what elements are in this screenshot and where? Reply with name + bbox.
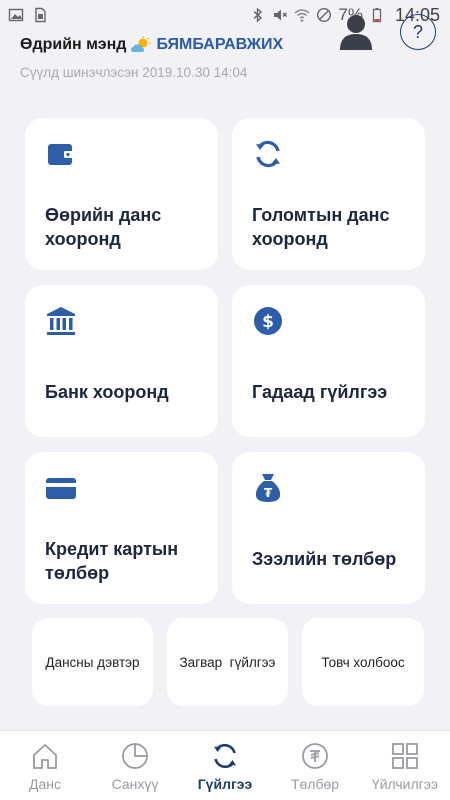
tile-small-label: Товч холбоос <box>321 654 405 670</box>
do-not-disturb-icon <box>316 7 332 23</box>
money-bag-icon: ₮ <box>252 472 284 504</box>
svg-text:$: $ <box>262 312 274 332</box>
tile-label: Голомтын данс хооронд <box>252 205 390 249</box>
help-button[interactable]: ? <box>400 14 436 50</box>
nav-item-accounts[interactable]: Данс <box>0 731 90 800</box>
bank-icon <box>45 305 77 337</box>
nav-label: Үйлчилгээ <box>371 776 439 792</box>
status-bar: 7% 14:05 <box>0 0 450 30</box>
nav-label: Санхүү <box>111 776 159 792</box>
tile-label: Зээлийн төлбөр <box>252 549 397 569</box>
home-icon <box>33 744 57 769</box>
tile-template-transfer[interactable]: Загвар гүйлгээ <box>167 618 288 706</box>
avatar[interactable] <box>336 12 376 52</box>
username: БЯМБАРАВЖИХ <box>156 36 284 53</box>
greeting-row: Өдрийн мэнд БЯМБАРАВЖИХ <box>20 36 283 54</box>
tile-loan-payment[interactable]: ₮ Зээлийн төлбөр <box>232 452 425 604</box>
tile-label: Гадаад гүйлгээ <box>252 382 388 402</box>
gallery-notification-icon <box>8 7 24 23</box>
sync-icon <box>252 138 284 170</box>
nav-item-finance[interactable]: Санхүү <box>90 731 180 800</box>
tile-label: Кредит картын төлбөр <box>45 539 179 583</box>
payment-icon <box>302 743 328 769</box>
nav-label: Гүйлгээ <box>197 776 253 792</box>
tile-label: Банк хооронд <box>45 382 169 402</box>
user-icon <box>340 15 372 50</box>
nav-item-services[interactable]: Үйлчилгээ <box>360 731 450 800</box>
tile-interbank[interactable]: Банк хооронд <box>25 285 218 437</box>
grid-icon <box>392 743 418 769</box>
tile-foreign-transfer[interactable]: $ Гадаад гүйлгээ <box>232 285 425 437</box>
weather-icon <box>130 36 152 54</box>
tile-account-book[interactable]: Дансны дэвтэр <box>32 618 153 706</box>
tile-credit-card-payment[interactable]: Кредит картын төлбөр <box>25 452 218 604</box>
wallet-icon <box>45 138 77 170</box>
wifi-icon <box>294 7 310 23</box>
tile-golomt-accounts[interactable]: Голомтын данс хооронд <box>232 118 425 270</box>
tile-small-label: Дансны дэвтэр <box>45 654 140 670</box>
svg-text:₮: ₮ <box>264 486 273 500</box>
mute-icon <box>272 7 288 23</box>
tile-label: Өөрийн данс хооронд <box>45 205 162 249</box>
dollar-icon: $ <box>252 305 284 337</box>
header: Өдрийн мэнд БЯМБАРАВЖИХ Сүүлд шинэчлэсэн… <box>0 30 450 92</box>
greeting-text: Өдрийн мэнд <box>20 36 127 53</box>
help-symbol: ? <box>412 21 423 42</box>
tile-small-label: Загвар гүйлгээ <box>179 654 276 670</box>
bottom-nav: Данс Санхүү Гүйлгээ Төлбөр Үйлчилгээ <box>0 730 450 800</box>
last-updated-text: Сүүлд шинэчлэсэн 2019.10.30 14:04 <box>20 65 248 80</box>
sync-icon <box>214 743 236 769</box>
tile-own-accounts[interactable]: Өөрийн данс хооронд <box>25 118 218 270</box>
nav-item-transfers[interactable]: Гүйлгээ <box>180 731 270 800</box>
nav-item-payments[interactable]: Төлбөр <box>270 731 360 800</box>
tile-quick-links[interactable]: Товч холбоос <box>302 618 424 706</box>
nav-label: Данс <box>29 776 61 792</box>
sim-notification-icon <box>32 7 48 23</box>
bluetooth-icon <box>250 7 266 23</box>
nav-label: Төлбөр <box>290 776 340 792</box>
pie-chart-icon <box>122 743 148 769</box>
credit-card-icon <box>45 472 77 504</box>
